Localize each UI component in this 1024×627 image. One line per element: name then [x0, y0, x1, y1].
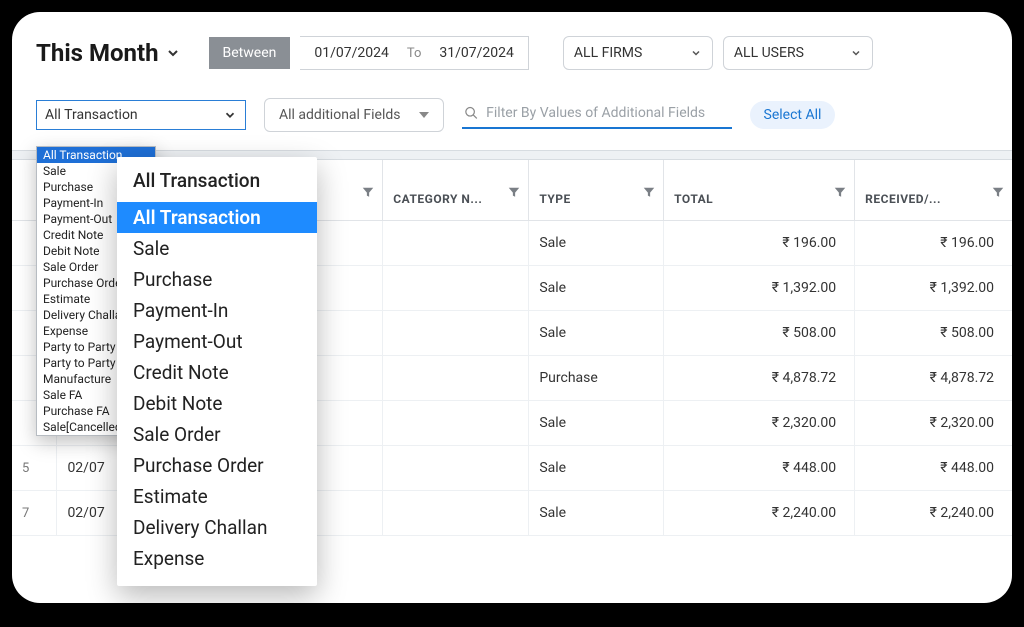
search-icon [464, 105, 479, 121]
cell-category [383, 311, 529, 356]
app-window: This Month Between 01/07/2024 To 31/07/2… [12, 12, 1012, 603]
cell-category [383, 401, 529, 446]
cell-received: ₹ 1,392.00 [855, 266, 1012, 311]
firms-dropdown[interactable]: ALL FIRMS [563, 36, 713, 70]
cell-received: ₹ 2,320.00 [855, 401, 1012, 446]
popover-option[interactable]: Payment-Out [117, 326, 317, 357]
chevron-down-icon [165, 45, 181, 61]
select-all-button[interactable]: Select All [750, 101, 836, 129]
filter-input-wrap [462, 101, 732, 129]
cell-index: 7 [12, 491, 57, 536]
date-range: 01/07/2024 To 31/07/2024 [300, 36, 529, 70]
filters-row: All Transaction All additional Fields Se… [12, 80, 1012, 136]
between-button[interactable]: Between [209, 37, 291, 69]
cell-received: ₹ 448.00 [855, 446, 1012, 491]
popover-option[interactable]: Expense [117, 543, 317, 574]
date-from-input[interactable]: 01/07/2024 [300, 37, 403, 69]
cell-total: ₹ 196.00 [664, 221, 855, 266]
filter-icon[interactable] [834, 186, 846, 201]
date-to-input[interactable]: 31/07/2024 [425, 37, 528, 69]
users-label: ALL USERS [734, 45, 804, 61]
popover-option[interactable]: Delivery Challan [117, 512, 317, 543]
users-dropdown[interactable]: ALL USERS [723, 36, 873, 70]
cell-type: Purchase [529, 356, 664, 401]
firms-label: ALL FIRMS [574, 45, 642, 61]
popover-option[interactable]: Estimate [117, 481, 317, 512]
filter-icon[interactable] [643, 186, 655, 201]
cell-total: ₹ 4,878.72 [664, 356, 855, 401]
popover-option[interactable]: Sale Order [117, 419, 317, 450]
transaction-type-label: All Transaction [45, 107, 138, 123]
cell-category [383, 446, 529, 491]
top-toolbar: This Month Between 01/07/2024 To 31/07/2… [12, 12, 1012, 80]
cell-category [383, 491, 529, 536]
cell-type: Sale [529, 221, 664, 266]
cell-type: Sale [529, 401, 664, 446]
popover-option[interactable]: Payment-In [117, 295, 317, 326]
additional-fields-label: All additional Fields [279, 107, 401, 123]
triangle-down-icon [419, 110, 429, 120]
chevron-down-icon [690, 47, 702, 59]
transaction-type-dropdown[interactable]: All Transaction [36, 100, 246, 130]
cell-received: ₹ 196.00 [855, 221, 1012, 266]
popover-option[interactable]: All Transaction [117, 202, 317, 233]
chevron-down-icon [223, 108, 237, 122]
period-label: This Month [36, 39, 159, 67]
filter-icon[interactable] [508, 186, 520, 201]
cell-received: ₹ 2,240.00 [855, 491, 1012, 536]
col-total[interactable]: TOTAL [664, 160, 855, 221]
filter-icon[interactable] [992, 186, 1004, 201]
cell-received: ₹ 508.00 [855, 311, 1012, 356]
cell-total: ₹ 508.00 [664, 311, 855, 356]
cell-type: Sale [529, 266, 664, 311]
filter-icon[interactable] [362, 186, 374, 201]
cell-total: ₹ 2,240.00 [664, 491, 855, 536]
date-to-label: To [403, 46, 426, 61]
cell-total: ₹ 448.00 [664, 446, 855, 491]
popover-title: All Transaction [117, 167, 317, 202]
cell-total: ₹ 2,320.00 [664, 401, 855, 446]
cell-type: Sale [529, 311, 664, 356]
cell-category [383, 221, 529, 266]
cell-type: Sale [529, 491, 664, 536]
col-received[interactable]: RECEIVED/... [855, 160, 1012, 221]
filter-input[interactable] [486, 105, 729, 121]
popover-option[interactable]: Sale [117, 233, 317, 264]
popover-option[interactable]: Credit Note [117, 357, 317, 388]
col-category[interactable]: CATEGORY N... [383, 160, 529, 221]
chevron-down-icon [850, 47, 862, 59]
cell-category [383, 266, 529, 311]
cell-index: 5 [12, 446, 57, 491]
additional-fields-dropdown[interactable]: All additional Fields [264, 98, 444, 132]
col-type[interactable]: TYPE [529, 160, 664, 221]
transaction-type-popover[interactable]: All Transaction All TransactionSalePurch… [117, 157, 317, 586]
cell-category [383, 356, 529, 401]
popover-option[interactable]: Purchase Order [117, 450, 317, 481]
cell-total: ₹ 1,392.00 [664, 266, 855, 311]
popover-option[interactable]: Purchase [117, 264, 317, 295]
cell-type: Sale [529, 446, 664, 491]
popover-option[interactable]: Debit Note [117, 388, 317, 419]
cell-received: ₹ 4,878.72 [855, 356, 1012, 401]
period-dropdown[interactable]: This Month [36, 39, 181, 67]
